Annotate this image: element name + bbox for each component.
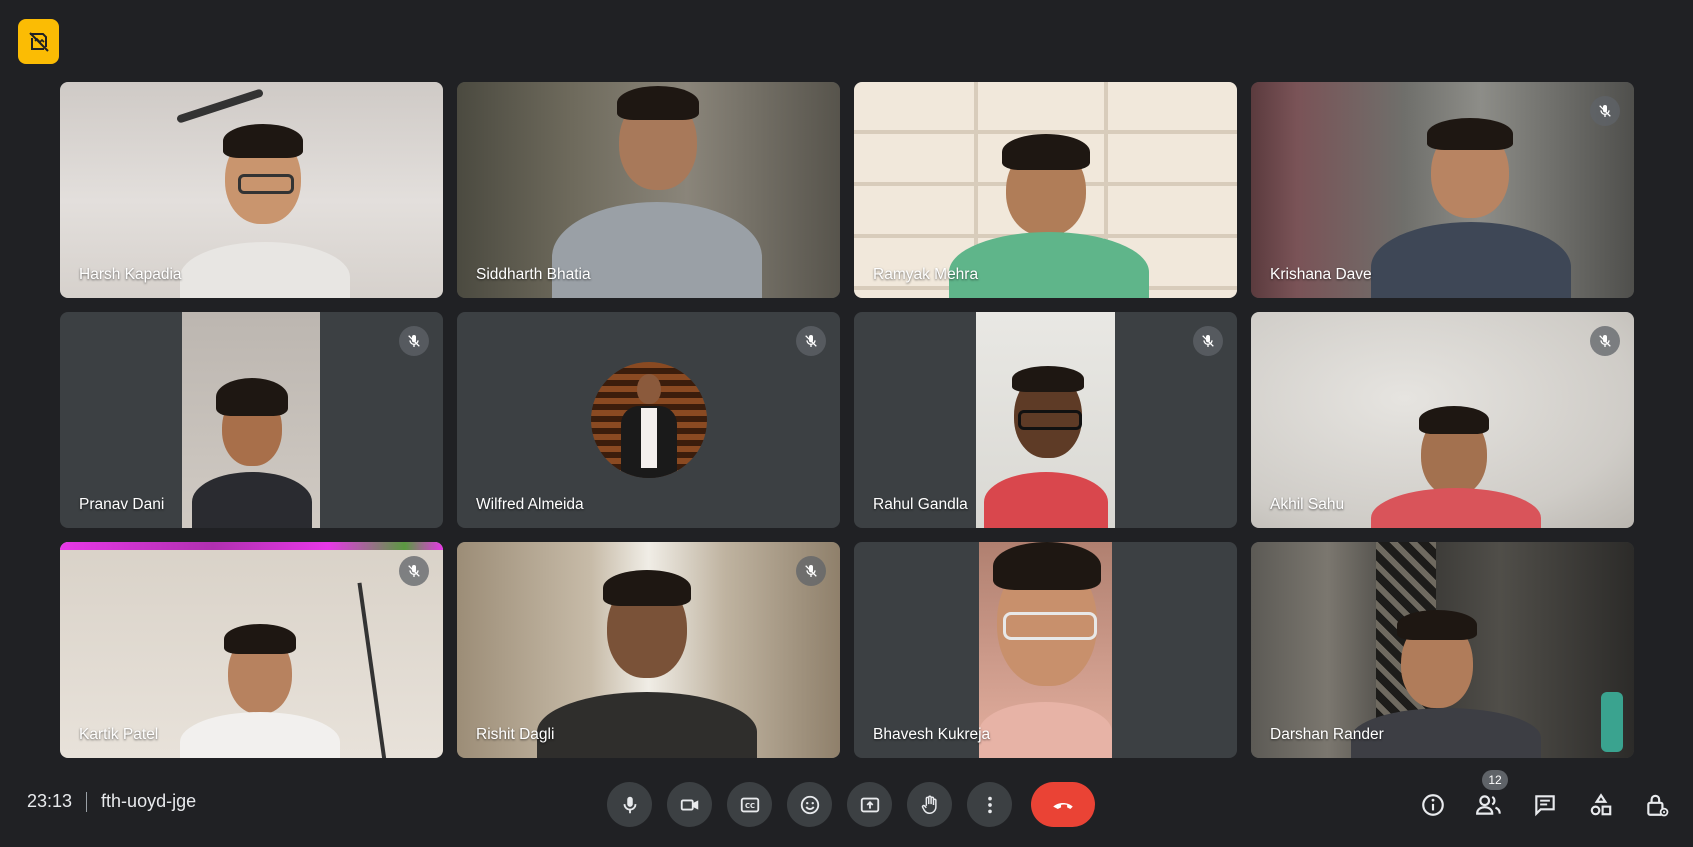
participant-name: Siddharth Bhatia xyxy=(476,266,591,283)
raise-hand-button[interactable] xyxy=(907,782,952,827)
mic-off-icon xyxy=(1599,335,1611,347)
participant-name: Akhil Sahu xyxy=(1270,496,1345,513)
host-controls-lock-icon xyxy=(1647,794,1669,816)
mic-off-indicator xyxy=(1590,326,1620,356)
participant-tile[interactable]: Rahul Gandla xyxy=(854,312,1237,528)
end-call-button[interactable] xyxy=(1031,782,1095,827)
mic-off-indicator xyxy=(399,326,429,356)
call-control-bar: 23:13 fth-uoyd-jge CC 12 xyxy=(0,770,1693,836)
meeting-code[interactable]: fth-uoyd-jge xyxy=(101,791,196,812)
participant-video xyxy=(976,312,1115,528)
end-call-icon xyxy=(1053,802,1073,809)
mic-off-icon xyxy=(408,335,420,347)
participant-video xyxy=(979,542,1112,758)
participant-video xyxy=(182,312,320,528)
divider xyxy=(86,791,88,812)
host-controls-button[interactable] xyxy=(1638,782,1676,827)
recording-indicator[interactable] xyxy=(18,19,59,64)
more-options-button[interactable] xyxy=(967,782,1012,827)
participant-tile[interactable]: Bhavesh Kukreja xyxy=(854,542,1237,758)
participant-name: Krishana Dave xyxy=(1270,266,1372,283)
participant-name: Bhavesh Kukreja xyxy=(873,726,991,743)
recording-off-icon xyxy=(28,31,49,52)
microphone-button[interactable] xyxy=(607,782,652,827)
participant-tile[interactable]: Harsh Kapadia xyxy=(60,82,443,298)
mic-off-icon xyxy=(805,565,817,577)
microphone-icon xyxy=(623,796,636,813)
people-icon xyxy=(1476,794,1501,815)
chat-icon xyxy=(1535,794,1555,816)
mic-off-icon xyxy=(1599,105,1611,117)
mic-off-indicator xyxy=(1590,96,1620,126)
emoji-reactions-icon xyxy=(800,795,819,814)
participant-tile[interactable]: Kartik Patel xyxy=(60,542,443,758)
present-button[interactable] xyxy=(847,782,892,827)
call-controls: CC xyxy=(607,782,1095,827)
closed-captions-icon: CC xyxy=(740,797,759,812)
participant-tile[interactable]: Darshan Rander xyxy=(1251,542,1634,758)
mic-off-icon xyxy=(805,335,817,347)
participant-name: Pranav Dani xyxy=(79,496,165,513)
info-icon xyxy=(1422,793,1444,816)
participant-name: Rishit Dagli xyxy=(476,726,555,743)
side-panel-controls: 12 xyxy=(1414,770,1676,827)
participant-tile[interactable]: Akhil Sahu xyxy=(1251,312,1634,528)
chat-button[interactable] xyxy=(1526,782,1564,827)
meet-window: Harsh Kapadia Siddharth Bhatia Ramyak Me… xyxy=(0,0,1693,847)
mic-off-indicator xyxy=(399,556,429,586)
svg-text:CC: CC xyxy=(744,802,754,810)
mic-off-indicator xyxy=(1193,326,1223,356)
captions-button[interactable]: CC xyxy=(727,782,772,827)
camera-button[interactable] xyxy=(667,782,712,827)
meeting-details-button[interactable] xyxy=(1414,782,1452,827)
participant-name: Kartik Patel xyxy=(79,726,159,743)
raise-hand-icon xyxy=(921,795,937,814)
participant-tile[interactable]: Wilfred Almeida xyxy=(457,312,840,528)
activities-button[interactable] xyxy=(1582,782,1620,827)
more-options-icon xyxy=(987,796,992,813)
participant-tile[interactable]: Pranav Dani xyxy=(60,312,443,528)
participant-grid: Harsh Kapadia Siddharth Bhatia Ramyak Me… xyxy=(60,82,1634,758)
participant-name: Ramyak Mehra xyxy=(873,266,979,283)
participant-tile[interactable]: Ramyak Mehra xyxy=(854,82,1237,298)
reactions-button[interactable] xyxy=(787,782,832,827)
mic-off-icon xyxy=(1202,335,1214,347)
present-screen-icon xyxy=(860,797,879,812)
participant-name: Harsh Kapadia xyxy=(79,266,182,283)
meeting-info: 23:13 fth-uoyd-jge xyxy=(27,791,196,812)
participant-count-badge: 12 xyxy=(1482,770,1508,790)
participant-name: Wilfred Almeida xyxy=(476,496,584,513)
people-button[interactable]: 12 xyxy=(1470,770,1508,827)
meeting-clock: 23:13 xyxy=(27,791,73,811)
mic-off-indicator xyxy=(796,326,826,356)
participant-tile[interactable]: Rishit Dagli xyxy=(457,542,840,758)
mic-off-indicator xyxy=(796,556,826,586)
activities-icon xyxy=(1590,792,1612,815)
participant-name: Darshan Rander xyxy=(1270,726,1384,743)
participant-tile[interactable]: Krishana Dave xyxy=(1251,82,1634,298)
participant-tile[interactable]: Siddharth Bhatia xyxy=(457,82,840,298)
camera-icon xyxy=(680,799,698,810)
mic-off-icon xyxy=(408,565,420,577)
participant-name: Rahul Gandla xyxy=(873,496,968,513)
participant-avatar xyxy=(590,362,707,478)
